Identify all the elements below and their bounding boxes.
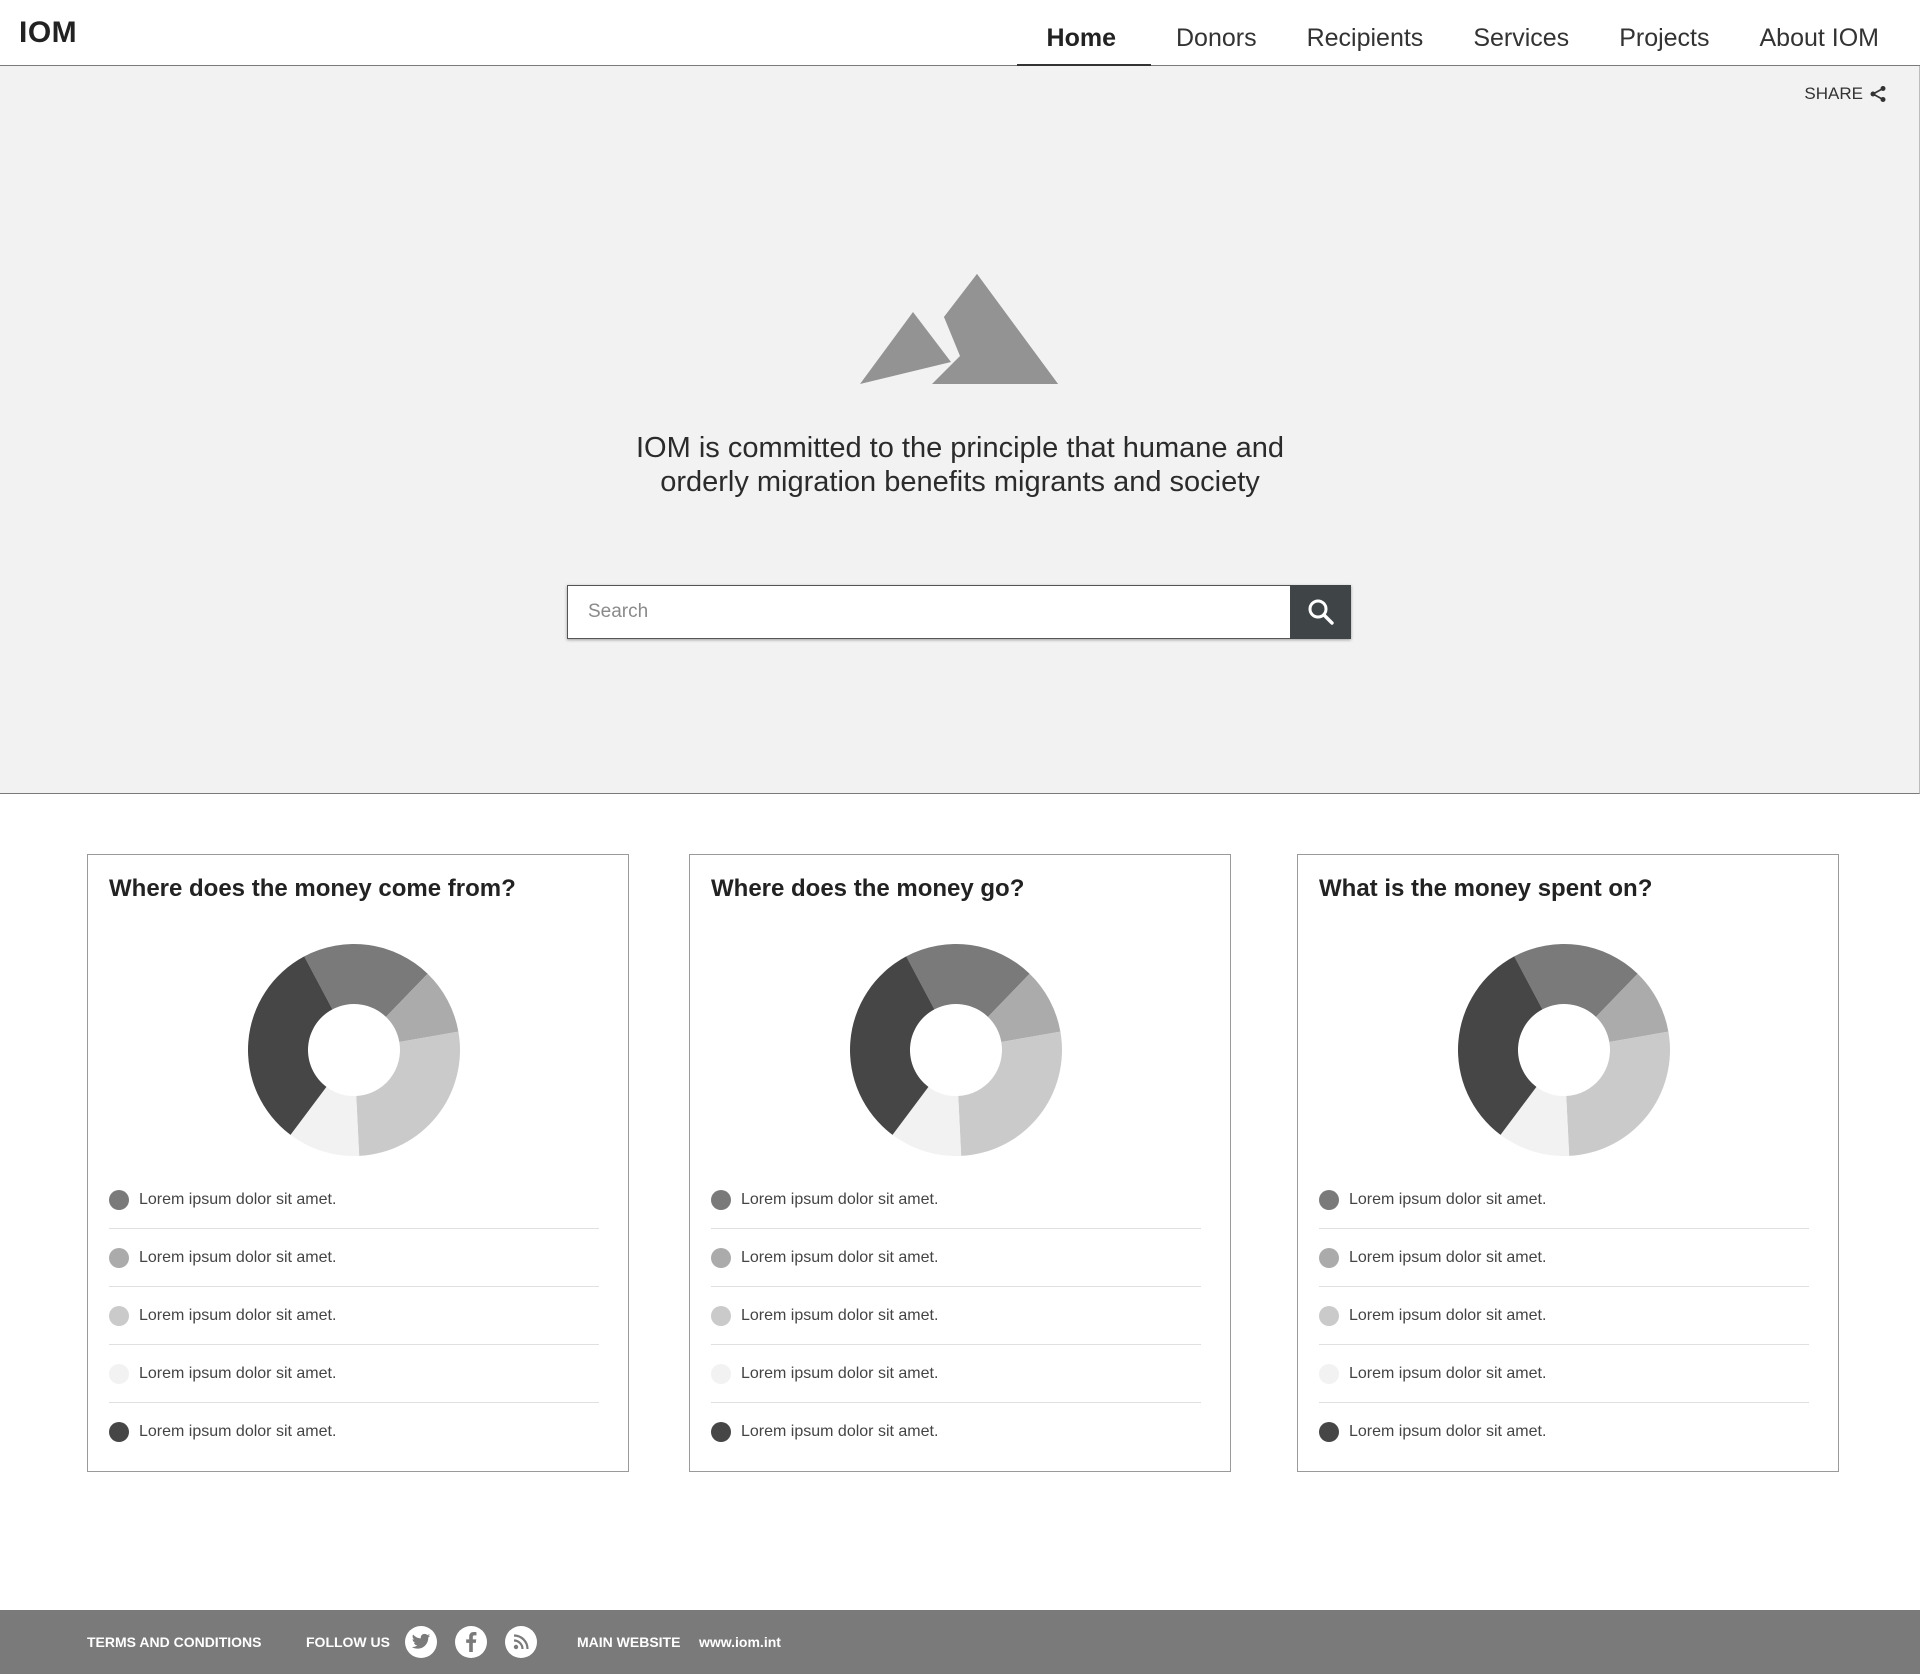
legend-label: Lorem ipsum dolor sit amet.: [741, 1364, 939, 1382]
legend-label: Lorem ipsum dolor sit amet.: [1349, 1364, 1547, 1382]
legend-dot: [109, 1305, 129, 1326]
hero-section: SHARE IOM is committed to the principle …: [0, 66, 1920, 794]
legend-label: Lorem ipsum dolor sit amet.: [1349, 1423, 1547, 1440]
legend-dot: [109, 1363, 129, 1384]
chart-legend: Lorem ipsum dolor sit amet. Lorem ipsum …: [1319, 1171, 1809, 1461]
legend-dot: [711, 1189, 731, 1210]
legend-item: Lorem ipsum dolor sit amet.: [109, 1345, 599, 1403]
legend-dot: [109, 1422, 129, 1442]
legend-dot: [711, 1305, 731, 1326]
legend-label: Lorem ipsum dolor sit amet.: [139, 1423, 337, 1440]
twitter-icon: [411, 1633, 431, 1649]
chart-legend: Lorem ipsum dolor sit amet. Lorem ipsum …: [711, 1171, 1201, 1461]
donut-chart: [248, 944, 460, 1156]
main-website-label: MAIN WEBSITE: [577, 1634, 681, 1650]
legend-item: Lorem ipsum dolor sit amet.: [109, 1287, 599, 1345]
share-icon: [1870, 86, 1886, 102]
legend-label: Lorem ipsum dolor sit amet.: [139, 1248, 337, 1266]
legend-dot: [1319, 1247, 1339, 1268]
rss-button[interactable]: [505, 1626, 537, 1658]
legend-item: Lorem ipsum dolor sit amet.: [711, 1287, 1201, 1345]
legend-label: Lorem ipsum dolor sit amet.: [741, 1423, 939, 1440]
legend-dot: [711, 1247, 731, 1268]
donut-chart: [850, 944, 1062, 1156]
legend-item: Lorem ipsum dolor sit amet.: [1319, 1345, 1809, 1403]
donut-chart: [1458, 944, 1670, 1156]
card-title: Where does the money come from?: [109, 875, 516, 902]
rss-icon: [513, 1634, 529, 1650]
legend-dot: [1319, 1422, 1339, 1442]
legend-label: Lorem ipsum dolor sit amet.: [139, 1364, 337, 1382]
main-nav: Home Donors Recipients Services Projects…: [1016, 0, 1905, 67]
nav-recipients[interactable]: Recipients: [1282, 0, 1449, 66]
legend-item: Lorem ipsum dolor sit amet.: [711, 1229, 1201, 1287]
legend-dot: [1319, 1189, 1339, 1210]
hero-tagline: IOM is committed to the principle that h…: [560, 431, 1360, 499]
legend-dot: [109, 1189, 129, 1210]
top-navbar: IOM Home Donors Recipients Services Proj…: [0, 0, 1920, 67]
chart-legend: Lorem ipsum dolor sit amet. Lorem ipsum …: [109, 1171, 599, 1461]
nav-projects[interactable]: Projects: [1594, 0, 1734, 66]
legend-item: Lorem ipsum dolor sit amet.: [1319, 1171, 1809, 1229]
legend-dot: [1319, 1363, 1339, 1384]
legend-label: Lorem ipsum dolor sit amet.: [139, 1190, 337, 1208]
mountain-image-placeholder-icon: [860, 274, 1058, 384]
twitter-button[interactable]: [405, 1626, 437, 1658]
legend-item: Lorem ipsum dolor sit amet.: [711, 1171, 1201, 1229]
legend-item: Lorem ipsum dolor sit amet.: [711, 1345, 1201, 1403]
legend-item: Lorem ipsum dolor sit amet.: [1319, 1403, 1809, 1461]
search-icon: [1308, 599, 1334, 625]
legend-item: Lorem ipsum dolor sit amet.: [1319, 1287, 1809, 1345]
search-input[interactable]: [567, 585, 1290, 639]
nav-about-iom[interactable]: About IOM: [1735, 0, 1905, 66]
search-button[interactable]: [1290, 585, 1351, 639]
legend-item: Lorem ipsum dolor sit amet.: [109, 1403, 599, 1461]
legend-dot: [711, 1363, 731, 1384]
terms-link[interactable]: TERMS AND CONDITIONS: [87, 1610, 261, 1674]
legend-item: Lorem ipsum dolor sit amet.: [711, 1403, 1201, 1461]
brand-logo[interactable]: IOM: [19, 16, 77, 50]
legend-label: Lorem ipsum dolor sit amet.: [139, 1306, 337, 1324]
nav-donors[interactable]: Donors: [1151, 0, 1282, 66]
legend-item: Lorem ipsum dolor sit amet.: [109, 1229, 599, 1287]
legend-label: Lorem ipsum dolor sit amet.: [1349, 1306, 1547, 1324]
card-money-sources: Where does the money come from? Lorem ip…: [87, 854, 629, 1472]
tagline-line-2: orderly migration benefits migrants and …: [660, 466, 1260, 498]
search-bar: [567, 585, 1351, 639]
donut-slice-3: [1566, 1031, 1670, 1156]
card-money-destinations: Where does the money go? Lorem ipsum dol…: [689, 854, 1231, 1472]
follow-us-label: FOLLOW US: [306, 1634, 390, 1650]
legend-dot: [1319, 1305, 1339, 1326]
legend-item: Lorem ipsum dolor sit amet.: [1319, 1229, 1809, 1287]
card-money-spending: What is the money spent on? Lorem ipsum …: [1297, 854, 1839, 1472]
legend-label: Lorem ipsum dolor sit amet.: [1349, 1248, 1547, 1266]
main-website-link[interactable]: www.iom.int: [699, 1610, 781, 1674]
legend-label: Lorem ipsum dolor sit amet.: [1349, 1190, 1547, 1208]
legend-dot: [109, 1247, 129, 1268]
share-button[interactable]: SHARE: [1804, 84, 1887, 104]
card-title: Where does the money go?: [711, 875, 1025, 902]
donut-slice-3: [356, 1031, 460, 1156]
legend-label: Lorem ipsum dolor sit amet.: [741, 1248, 939, 1266]
share-label: SHARE: [1804, 84, 1863, 103]
legend-dot: [711, 1422, 731, 1442]
nav-services[interactable]: Services: [1448, 0, 1594, 66]
facebook-icon: [466, 1632, 477, 1652]
legend-label: Lorem ipsum dolor sit amet.: [741, 1190, 939, 1208]
donut-slice-3: [958, 1031, 1062, 1156]
card-title: What is the money spent on?: [1319, 875, 1653, 902]
tagline-line-1: IOM is committed to the principle that h…: [636, 432, 1284, 464]
legend-label: Lorem ipsum dolor sit amet.: [741, 1306, 939, 1324]
facebook-button[interactable]: [455, 1626, 487, 1658]
legend-item: Lorem ipsum dolor sit amet.: [109, 1171, 599, 1229]
nav-home[interactable]: Home: [1016, 0, 1152, 67]
footer: TERMS AND CONDITIONS FOLLOW US MAIN WEBS…: [0, 1610, 1920, 1674]
